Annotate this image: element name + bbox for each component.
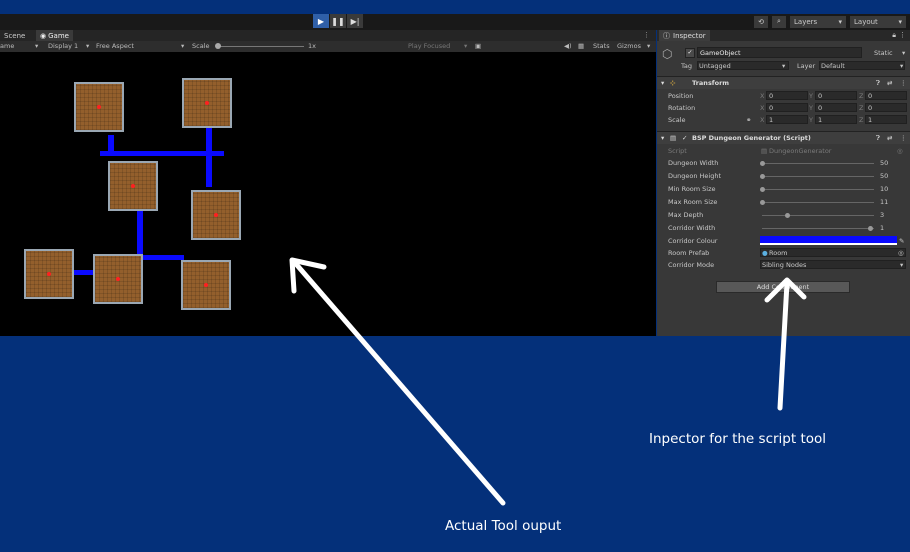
annotation-arrows [289, 257, 807, 506]
arrow-to-inspector [777, 280, 790, 411]
arrow-to-output [293, 261, 506, 506]
output-caption: Actual Tool ouput [445, 518, 562, 534]
inspector-caption: Inpector for the script tool [649, 431, 827, 447]
